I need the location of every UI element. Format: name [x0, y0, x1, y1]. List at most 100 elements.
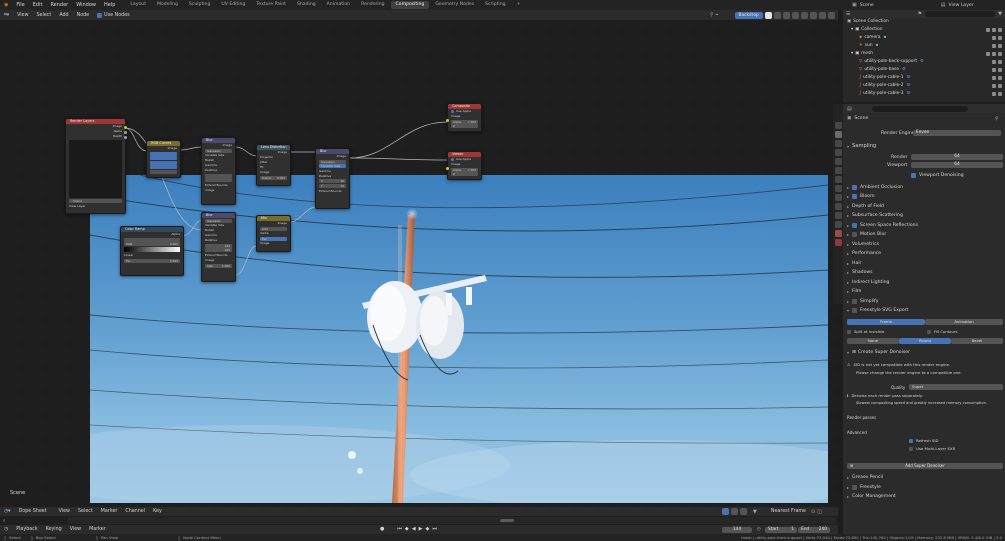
sidebar-toggle-icon[interactable]: [827, 11, 835, 19]
menu-add[interactable]: Add: [55, 13, 72, 18]
distort-field[interactable]: Distort 0.000: [260, 175, 287, 180]
eye-icon[interactable]: [992, 60, 996, 64]
snap-mode-select[interactable]: Nearest Frame: [767, 509, 809, 514]
output-tab-icon[interactable]: [834, 140, 842, 147]
composite-image-socket[interactable]: [446, 119, 449, 122]
texture-tab-icon[interactable]: [834, 239, 842, 246]
color-ramp-interp[interactable]: Linear: [121, 253, 183, 258]
panel-film[interactable]: ▸ Film: [847, 289, 861, 294]
only-selected-icon[interactable]: [722, 508, 729, 515]
outliner-row-cable-3[interactable]: ∫ utility-pole-cable-3 ⚙: [847, 90, 1005, 98]
checkbox-unchecked-icon[interactable]: [852, 308, 858, 313]
pin-icon[interactable]: ⚲: [995, 116, 999, 122]
panel-grease-pencil[interactable]: ▸ Grease Pencil: [847, 475, 883, 480]
panel-simplify[interactable]: ▸ Simplify: [847, 299, 878, 304]
overlay-icon[interactable]: ◫: [817, 509, 822, 515]
backdrop-zoom-icon[interactable]: [809, 11, 817, 19]
panel-ssr[interactable]: ▸ Screen Space Reflections: [847, 223, 918, 228]
panel-bloom[interactable]: ▸ Bloom: [847, 194, 875, 199]
eye-icon[interactable]: [992, 44, 996, 48]
jump-keyframe-back-icon[interactable]: ◆: [405, 526, 409, 532]
backdrop-toggle[interactable]: Backdrop: [734, 11, 763, 19]
blur2-x-field[interactable]: X 10: [319, 179, 346, 184]
jump-start-icon[interactable]: ⏮: [397, 526, 402, 532]
tab-geometry-nodes[interactable]: Geometry Nodes: [430, 1, 479, 9]
scene-tab-icon[interactable]: [834, 158, 842, 165]
color-ramp-node[interactable]: Color Ramp Alpha RGB 0.000 Linear Fac 0.00…: [120, 226, 184, 276]
curve-field[interactable]: [150, 156, 177, 161]
blur2-type-select[interactable]: Gaussian: [319, 159, 346, 164]
outliner-row-scene-collection[interactable]: ▣ Scene Collection: [847, 18, 1005, 26]
panel-freestyle-svg[interactable]: ▾ Freestyle SVG Export: [847, 308, 908, 313]
blur3-y-field[interactable]: 100: [205, 248, 232, 253]
split-invisible-checkbox[interactable]: Split at Invisible: [847, 329, 884, 334]
row-visibility[interactable]: [992, 84, 1005, 88]
properties-search-input[interactable]: [871, 105, 968, 112]
jump-keyframe-forward-icon[interactable]: ◆: [425, 526, 429, 532]
menu-select[interactable]: Select: [33, 13, 56, 18]
tab-animation[interactable]: Animation: [322, 1, 355, 9]
multilayer-exr-checkbox[interactable]: Use Multi-Layer EXR: [909, 446, 955, 451]
timeline-scrollbar[interactable]: [500, 519, 514, 522]
editor-type-icon[interactable]: ◷: [0, 527, 12, 532]
scene-selector[interactable]: Scene: [860, 3, 908, 8]
add-workspace-button[interactable]: +: [512, 1, 526, 9]
node-editor-canvas[interactable]: Render Layers Image Alpha Depth Scene Vi…: [0, 20, 838, 507]
object-tab-icon[interactable]: [834, 176, 842, 183]
panel-volumetrics[interactable]: ▸ Volumetrics: [847, 242, 879, 247]
camera-render-icon[interactable]: [998, 28, 1002, 32]
channel-rgb-icon[interactable]: [764, 11, 772, 19]
blur-node-2[interactable]: Blur Image Gaussian Variable Size Gamma …: [315, 148, 350, 209]
panel-freestyle[interactable]: ▸ Freestyle: [847, 485, 881, 490]
blur2-extend[interactable]: Extend Bounds: [316, 189, 349, 194]
overlay-icon[interactable]: [818, 11, 826, 19]
tab-layout[interactable]: Layout: [125, 1, 151, 9]
row-visibility[interactable]: [992, 76, 1005, 80]
outliner-row-cable-2[interactable]: ∫ utility-pole-cable-2 ⚙: [847, 82, 1005, 90]
camera-render-icon[interactable]: [998, 92, 1002, 96]
tab-sculpting[interactable]: Sculpting: [184, 1, 215, 9]
snap-icon[interactable]: ⌖: [716, 12, 719, 18]
node-view-layer-field[interactable]: View Layer: [66, 204, 125, 209]
viewer-image-socket[interactable]: [446, 167, 449, 170]
tool-tab-icon[interactable]: [834, 122, 842, 129]
camera-render-icon[interactable]: [998, 60, 1002, 64]
size-y-field[interactable]: [205, 178, 232, 183]
panel-hair[interactable]: ▸ Hair: [847, 261, 861, 266]
show-hidden-icon[interactable]: [731, 508, 738, 515]
blur3-x-field[interactable]: 100: [205, 243, 232, 248]
composite-alpha-field[interactable]: Alpha 1.000: [451, 119, 478, 124]
play-icon[interactable]: ▶: [419, 526, 423, 532]
eye-icon[interactable]: [992, 28, 996, 32]
color-ramp-gradient[interactable]: [124, 247, 180, 253]
checkbox-checked-icon[interactable]: [852, 223, 858, 228]
dope-sheet-channels[interactable]: ⌕: [0, 516, 838, 525]
checkbox-checked-icon[interactable]: [852, 194, 858, 199]
blur2-relative[interactable]: Relative: [316, 174, 349, 179]
color-ramp-stop[interactable]: RGB 0.000: [124, 242, 180, 247]
svg-frame-tab[interactable]: Frame: [847, 319, 925, 325]
material-tab-icon[interactable]: [834, 230, 842, 237]
eye-icon[interactable]: [992, 84, 996, 88]
panel-performance[interactable]: ▸ Performance: [847, 251, 881, 256]
menu-marker[interactable]: Marker: [97, 509, 122, 514]
blur3-size-field[interactable]: Size 1.000: [205, 263, 232, 268]
panel-indirect-lighting[interactable]: ▸ Indirect Lighting: [847, 280, 889, 285]
blur-node-3[interactable]: Blur Gaussian Variable Size Bokeh Gamma …: [201, 212, 236, 282]
svg-animation-tab[interactable]: Animation: [925, 319, 1003, 325]
row-visibility[interactable]: [992, 44, 1005, 48]
modifier-tab-icon[interactable]: [834, 185, 842, 192]
curve-field[interactable]: [150, 151, 177, 156]
panel-shadows[interactable]: ▸ Shadows: [847, 270, 873, 275]
blur-type-select[interactable]: Gaussian: [205, 148, 232, 153]
lens-distortion-node[interactable]: Lens Distortion Image Projector Jitter F…: [256, 144, 291, 186]
menu-node[interactable]: Node: [73, 13, 94, 18]
physics-tab-icon[interactable]: [834, 203, 842, 210]
eye-icon[interactable]: [992, 76, 996, 80]
row-visibility[interactable]: [992, 92, 1005, 96]
panel-subsurface-scattering[interactable]: ▸ Subsurface Scattering: [847, 213, 903, 218]
checkbox-icon[interactable]: [986, 52, 990, 56]
checkbox-checked-icon[interactable]: [852, 185, 858, 190]
blur3-type-select[interactable]: Gaussian: [205, 218, 232, 223]
row-visibility[interactable]: [986, 28, 1005, 32]
